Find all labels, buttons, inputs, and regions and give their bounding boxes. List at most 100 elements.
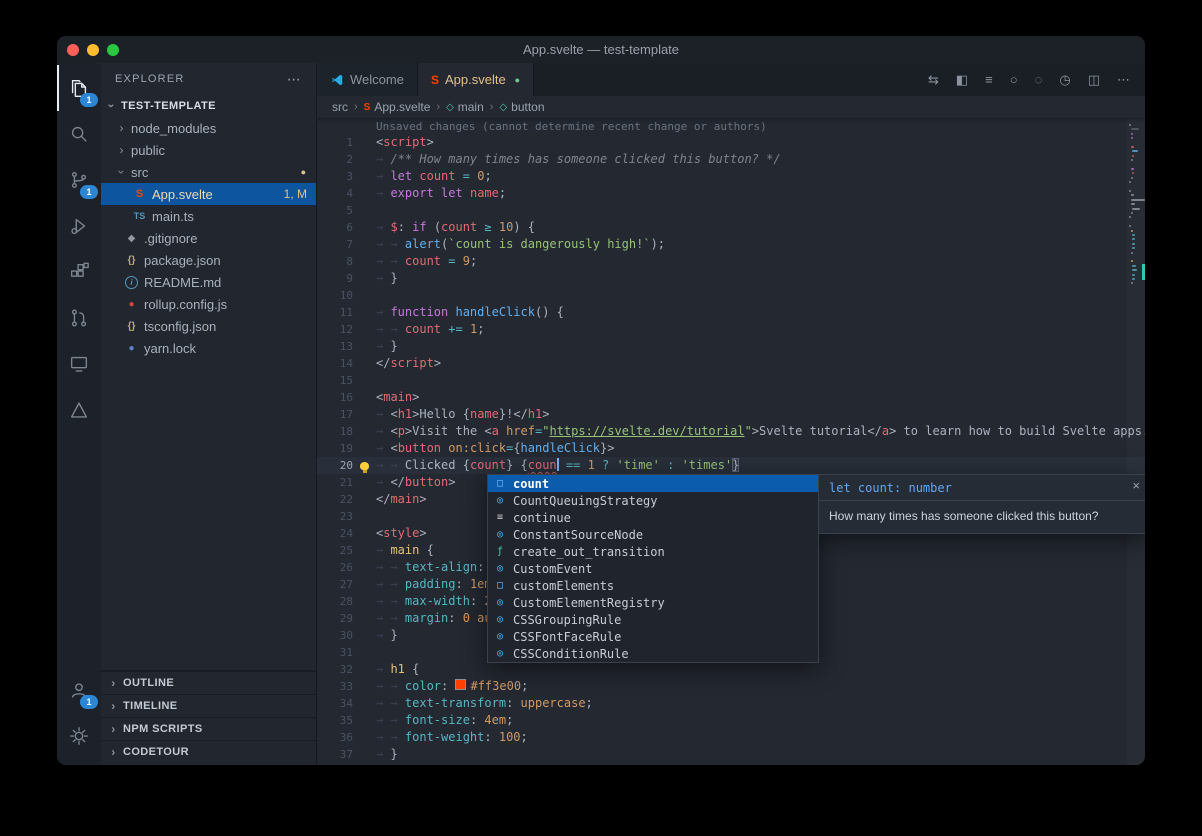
open-changes-icon[interactable]: ◧ [956,72,968,88]
git-status-badge: 1, M [284,187,316,201]
code-lines: 1<script>2→ /** How many times has someo… [317,134,1145,763]
tab-whitespace: → [376,458,390,472]
section-label: NPM SCRIPTS [123,723,203,735]
tree-item-main-ts[interactable]: TSmain.ts [101,205,316,227]
code-editor[interactable]: Unsaved changes (cannot determine recent… [317,118,1145,765]
breadcrumb-item-button[interactable]: ◇button [499,100,544,114]
symbol-class-icon: ◎ [492,529,508,540]
suggest-item-cssgroupingrule[interactable]: ◎CSSGroupingRule [488,611,818,628]
line-number: 25 [317,542,353,559]
code-line: 1<script> [317,134,1145,151]
suggest-item-customevent[interactable]: ◎CustomEvent [488,560,818,577]
timeline-icon[interactable]: ◷ [1059,72,1070,88]
tab-whitespace: → [390,679,404,693]
run-debug-icon[interactable] [57,203,101,249]
github-pull-requests-icon[interactable] [57,295,101,341]
remote-explorer-icon[interactable] [57,341,101,387]
breadcrumb-item-src[interactable]: src [332,100,348,114]
blame-icon[interactable]: ≡ [985,72,993,87]
suggest-item-continue[interactable]: ≡continue [488,509,818,526]
more-actions-icon[interactable]: ⋯ [1117,72,1130,88]
suggest-item-countqueuingstrategy[interactable]: ◎CountQueuingStrategy [488,492,818,509]
next-change-icon[interactable]: ◌ [1035,72,1043,87]
split-editor-icon[interactable]: ◫ [1088,72,1100,88]
section-npm-scripts[interactable]: ›NPM SCRIPTS [101,717,316,740]
section-timeline[interactable]: ›TIMELINE [101,694,316,717]
tree-item-app-svelte[interactable]: SApp.svelte1, M [101,183,316,205]
explorer-icon[interactable]: 1 [57,65,101,111]
suggest-item-count[interactable]: □count [488,475,818,492]
minimap-line [1132,172,1134,174]
zoom-window-button[interactable] [107,44,119,56]
titlebar[interactable]: App.svelte — test-template [57,36,1145,63]
minimap-line [1131,168,1135,170]
svelte-icon: S [431,73,439,87]
close-window-button[interactable] [67,44,79,56]
lightbulb-icon[interactable] [360,462,369,470]
line-number: 32 [317,661,353,678]
source-control-icon[interactable]: 1 [57,157,101,203]
tab-whitespace: → [376,611,390,625]
symbol-class-icon: ◎ [492,631,508,642]
tab-welcome[interactable]: Welcome [317,63,418,96]
explorer-sidebar: EXPLORER ⋯ › TEST-TEMPLATE ›node_modules… [101,63,317,765]
tree-item-yarn-lock[interactable]: ●yarn.lock [101,337,316,359]
code-text: <script> [376,134,434,151]
suggest-item-cssfontfacerule[interactable]: ◎CSSFontFaceRule [488,628,818,645]
accounts-icon[interactable]: 1 [57,667,101,713]
symbol-keyword-icon: ≡ [492,512,508,523]
workspace-root[interactable]: › TEST-TEMPLATE [101,95,316,117]
line-number: 17 [317,406,353,423]
tab-app-svelte[interactable]: SApp.svelte● [418,63,534,96]
explorer-more-actions-icon[interactable]: ⋯ [287,71,302,88]
code-line: 8→ → count = 9; [317,253,1145,270]
compare-changes-icon[interactable]: ⇆ [928,72,939,88]
tree-item--gitignore[interactable]: ◆.gitignore [101,227,316,249]
tree-item-label: main.ts [152,209,194,224]
tab-whitespace: → [390,254,404,268]
tree-item-tsconfig-json[interactable]: {}tsconfig.json [101,315,316,337]
tree-item-src[interactable]: ›src● [101,161,316,183]
section-codetour[interactable]: ›CODETOUR [101,740,316,763]
tree-item-rollup-config-js[interactable]: ● rollup.config.js [101,293,316,315]
close-icon[interactable]: × [1132,478,1140,493]
tab-whitespace: → [376,152,390,166]
tab-whitespace: → [376,594,390,608]
breadcrumb-item-main[interactable]: ◇main [446,100,484,114]
code-line: 16<main> [317,389,1145,406]
settings-gear-icon[interactable] [57,713,101,759]
rollup-icon: ● [123,299,140,310]
tab-whitespace: → [376,237,390,251]
minimap-line [1131,194,1135,196]
tree-item-package-json[interactable]: {}package.json [101,249,316,271]
search-icon[interactable] [57,111,101,157]
tab-whitespace: → [376,305,390,319]
tree-item-public[interactable]: ›public [101,139,316,161]
tree-item-label: rollup.config.js [144,297,227,312]
azure-icon[interactable] [57,387,101,433]
minimize-window-button[interactable] [87,44,99,56]
line-number: 7 [317,236,353,253]
minimap[interactable] [1127,118,1145,765]
suggest-item-cssconditionrule[interactable]: ◎CSSConditionRule [488,645,818,662]
tab-whitespace: → [376,475,390,489]
section-outline[interactable]: ›OUTLINE [101,671,316,694]
suggest-item-customelementregistry[interactable]: ◎CustomElementRegistry [488,594,818,611]
suggest-item-constantsourcenode[interactable]: ◎ConstantSourceNode [488,526,818,543]
breadcrumb-item-app-svelte[interactable]: SApp.svelte [364,100,431,114]
tree-item-node-modules[interactable]: ›node_modules [101,117,316,139]
extensions-icon[interactable] [57,249,101,295]
code-text: → $: if (count ≥ 10) { [376,219,535,236]
code-text: → } [376,746,398,763]
editor-group: WelcomeSApp.svelte● ⇆◧≡○◌◷◫⋯ src›SApp.sv… [317,63,1145,765]
code-line: 6→ $: if (count ≥ 10) { [317,219,1145,236]
prev-change-icon[interactable]: ○ [1010,72,1018,87]
modified-dot-icon: ● [301,167,316,177]
suggest-item-create_out_transition[interactable]: ƒcreate_out_transition [488,543,818,560]
line-number: 15 [317,372,353,389]
tree-item-readme-md[interactable]: iREADME.md [101,271,316,293]
tab-whitespace: → [390,611,404,625]
line-number: 3 [317,168,353,185]
suggest-item-customelements[interactable]: □customElements [488,577,818,594]
tab-whitespace: → [390,713,404,727]
